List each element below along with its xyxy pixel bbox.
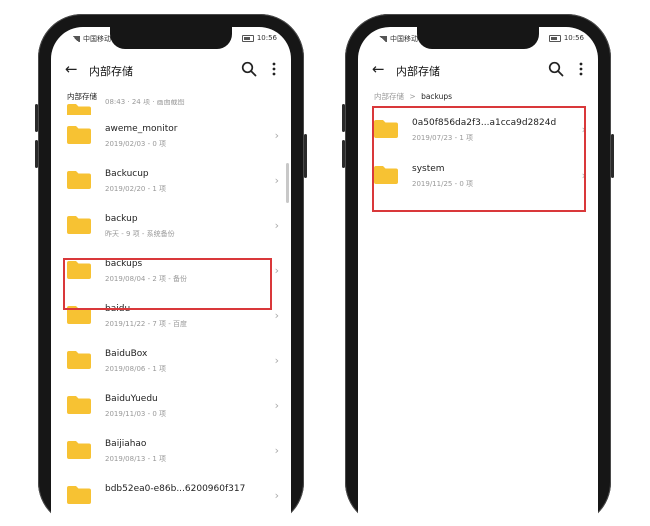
file-name: Baijiahao — [105, 439, 147, 449]
chevron-right-icon: › — [274, 264, 279, 277]
chevron-right-icon: › — [274, 444, 279, 457]
more-vert-icon[interactable] — [578, 61, 584, 77]
page-title: 内部存储 — [396, 65, 440, 78]
more-vert-icon[interactable] — [271, 61, 277, 77]
search-icon[interactable] — [548, 61, 564, 77]
folder-icon — [67, 216, 91, 234]
battery-icon — [548, 34, 561, 42]
chevron-right-icon: › — [274, 309, 279, 322]
chevron-right-icon: › — [274, 174, 279, 187]
power-button — [304, 134, 307, 178]
file-meta: 昨天 - 9 项 - 系统备份 — [105, 230, 175, 238]
chevron-right-icon: › — [274, 219, 279, 232]
signal-icon — [378, 36, 387, 42]
app-bar: ← 内部存储 — [358, 55, 598, 85]
arrow-left-icon[interactable]: ← — [372, 60, 385, 78]
list-item[interactable]: 08:43 · 24 项 · 画面截图 — [51, 99, 291, 115]
file-name: Backucup — [105, 169, 149, 179]
list-item[interactable]: aweme_monitor 2019/02/03 - 0 项 › — [51, 115, 291, 160]
list-item[interactable]: bdb52ea0-e86b...6200960f317 › — [51, 475, 291, 520]
breadcrumb-root[interactable]: 内部存储 — [374, 92, 404, 101]
status-time: 10:56 — [563, 34, 584, 42]
folder-icon — [67, 351, 91, 369]
list-item[interactable]: Baijiahao 2019/08/13 - 1 项 › — [51, 430, 291, 475]
status-time: 10:56 — [256, 34, 277, 42]
notch — [417, 27, 539, 49]
file-name: backup — [105, 214, 138, 224]
scrollbar-thumb[interactable] — [286, 163, 289, 203]
breadcrumb-separator: > — [409, 92, 416, 101]
list-item[interactable]: backup 昨天 - 9 项 - 系统备份 › — [51, 205, 291, 250]
folder-icon — [67, 441, 91, 459]
chevron-right-icon: › — [274, 489, 279, 502]
highlight-box-backups — [63, 258, 272, 310]
file-name: aweme_monitor — [105, 124, 178, 134]
folder-icon — [67, 396, 91, 414]
app-bar: ← 内部存储 — [51, 55, 291, 85]
search-icon[interactable] — [241, 61, 257, 77]
list-item[interactable]: BaiduYuedu 2019/11/03 - 0 项 › — [51, 385, 291, 430]
chevron-right-icon: › — [274, 129, 279, 142]
file-meta: 2019/11/03 - 0 项 — [105, 410, 167, 418]
list-item[interactable]: BaiduBox 2019/08/06 - 1 项 › — [51, 340, 291, 385]
power-button — [611, 134, 614, 178]
file-name: bdb52ea0-e86b...6200960f317 — [105, 484, 246, 494]
list-item[interactable]: Backucup 2019/02/20 - 1 项 › — [51, 160, 291, 205]
phone-frame-right: 中国移动 4G 10:56 ← 内部存储 内部存储 > backups 0a50… — [342, 14, 614, 526]
file-meta: 2019/08/06 - 1 项 — [105, 365, 167, 373]
notch — [110, 27, 232, 49]
volume-button — [35, 140, 38, 168]
volume-button — [342, 140, 345, 168]
page-title: 内部存储 — [89, 65, 133, 78]
battery-icon — [241, 34, 254, 42]
screen-right: 中国移动 4G 10:56 ← 内部存储 内部存储 > backups 0a50… — [358, 27, 598, 526]
file-meta: 08:43 · 24 项 · 画面截图 — [105, 99, 185, 106]
file-name: BaiduBox — [105, 349, 148, 359]
highlight-box-contents — [372, 106, 586, 212]
breadcrumb: 内部存储 > backups — [374, 91, 452, 102]
file-name: BaiduYuedu — [105, 394, 158, 404]
breadcrumb-current[interactable]: backups — [421, 92, 452, 101]
chevron-right-icon: › — [274, 354, 279, 367]
chevron-right-icon: › — [274, 399, 279, 412]
folder-icon — [67, 171, 91, 189]
folder-icon — [67, 126, 91, 144]
file-meta: 2019/08/13 - 1 项 — [105, 455, 167, 463]
folder-icon — [67, 104, 91, 115]
volume-button — [35, 104, 38, 132]
file-meta: 2019/02/20 - 1 项 — [105, 185, 167, 193]
file-meta: 2019/02/03 - 0 项 — [105, 140, 167, 148]
volume-button — [342, 104, 345, 132]
arrow-left-icon[interactable]: ← — [65, 60, 78, 78]
signal-icon — [71, 36, 80, 42]
file-meta: 2019/11/22 - 7 项 - 百度 — [105, 320, 187, 328]
folder-icon — [67, 486, 91, 504]
